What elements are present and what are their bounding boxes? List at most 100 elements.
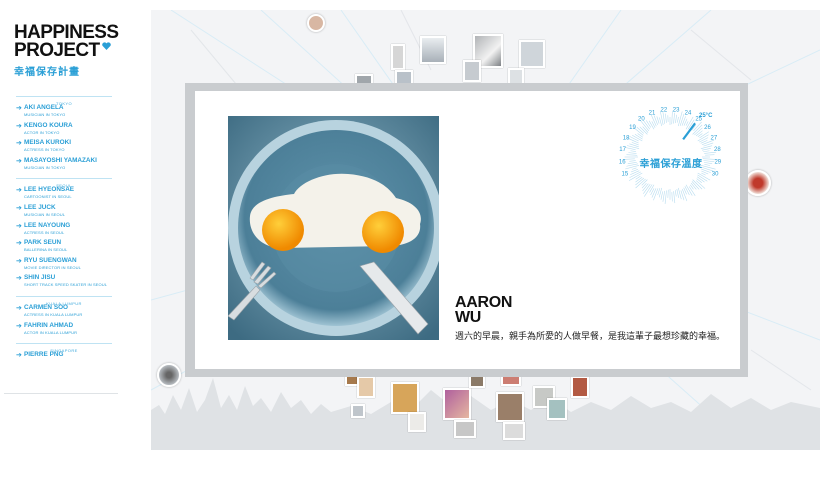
gauge-wave-line bbox=[703, 150, 710, 153]
gauge-wave-line bbox=[648, 120, 655, 130]
heart-icon bbox=[101, 42, 111, 50]
arrow-right-icon: ➔ bbox=[16, 222, 22, 230]
thumbnail[interactable] bbox=[443, 388, 471, 420]
nav-person-item[interactable]: ➔ LEE JUCK MUSICIAN IN SEOUL bbox=[16, 204, 112, 222]
gauge-tick-label: 20 bbox=[638, 116, 645, 122]
person-role-label: ACTRESS IN KUALA LUMPUR bbox=[24, 311, 83, 317]
nav-person-item[interactable]: ➔ MASAYOSHI YAMAZAKI MUSICIAN IN TOKYO bbox=[16, 157, 112, 175]
person-role-label: MUSICIAN IN SEOUL bbox=[24, 211, 66, 217]
person-name-label: PARK SEUN bbox=[24, 239, 62, 247]
person-name-label: MEISA KUROKI bbox=[24, 139, 71, 147]
person-role-label: SHORT TRACK SPEED SKATER IN SEOUL bbox=[24, 282, 108, 288]
thumbnail[interactable] bbox=[519, 40, 545, 68]
thumbnail[interactable] bbox=[503, 422, 525, 440]
person-role-label: ACTOR IN KUALA LUMPUR bbox=[24, 329, 78, 335]
gauge-wave-line bbox=[641, 179, 648, 186]
nav-person-item[interactable]: ➔ KENGO KOURA ACTOR IN TOKYO bbox=[16, 122, 112, 140]
person-name-label: AKI ANGELA bbox=[24, 104, 64, 111]
person-last-name: WU bbox=[455, 309, 482, 326]
nav-person-item[interactable]: ➔ LEE HYEONSAE CARTOONIST IN SEOUL bbox=[16, 186, 112, 204]
arrow-right-icon: ➔ bbox=[16, 187, 22, 195]
breakfast-car-photo bbox=[228, 116, 439, 340]
gauge-tick-label: 26 bbox=[704, 125, 711, 131]
gauge-wave-line bbox=[673, 112, 675, 124]
gauge-wave-line bbox=[630, 150, 637, 152]
avatar-bubble[interactable] bbox=[307, 14, 325, 32]
avatar-bubble[interactable] bbox=[745, 170, 771, 196]
person-role-label: MOVIE DIRECTOR IN SEOUL bbox=[24, 264, 81, 270]
person-name-label: LEE HYEONSAE bbox=[24, 186, 75, 194]
thumbnail[interactable] bbox=[547, 398, 567, 420]
person-name-label: LEE NAYOUNG bbox=[24, 221, 71, 229]
gauge-tick-label: 23 bbox=[673, 107, 680, 113]
gauge-wave-line bbox=[702, 148, 711, 151]
gauge-tick-label: 16 bbox=[619, 159, 626, 165]
gauge-needle bbox=[682, 122, 696, 141]
arrow-right-icon: ➔ bbox=[16, 322, 22, 330]
gauge-wave-line bbox=[664, 190, 667, 204]
arrow-right-icon: ➔ bbox=[16, 275, 22, 283]
gauge-wave-line bbox=[684, 186, 690, 196]
arrow-right-icon: ➔ bbox=[16, 105, 22, 112]
gauge-wave-line bbox=[662, 112, 666, 124]
person-name: AARON WU bbox=[455, 294, 575, 326]
gauge-tick-label: 28 bbox=[714, 147, 721, 153]
arrow-right-icon: ➔ bbox=[16, 204, 22, 212]
gauge-wave-line bbox=[642, 126, 649, 133]
nav-person-item[interactable]: ➔ MEISA KUROKI ACTRESS IN TOKYO bbox=[16, 139, 112, 157]
thumbnail[interactable] bbox=[391, 382, 419, 414]
gauge-wave-line bbox=[649, 184, 655, 193]
person-name-label: PIERRE PNG bbox=[24, 351, 64, 359]
divider-line bbox=[16, 178, 112, 180]
nav-person-item[interactable]: ➔ CARMEN SOO ACTRESS IN KUALA LUMPUR bbox=[16, 304, 112, 322]
thumbnail[interactable] bbox=[454, 420, 476, 438]
person-first-name: AARON bbox=[455, 294, 513, 311]
thumbnail[interactable] bbox=[571, 376, 589, 398]
arrow-right-icon: ➔ bbox=[16, 122, 22, 130]
city-divider: TOKYO bbox=[16, 92, 112, 106]
city-divider: SEOUL bbox=[16, 174, 112, 189]
thumbnail[interactable] bbox=[496, 392, 524, 422]
logo-title-line2-text: PROJECT bbox=[14, 40, 100, 61]
gauge-tick-label: 18 bbox=[623, 135, 630, 141]
nav-person-item[interactable]: ➔ LEE NAYOUNG ACTRESS IN SEOUL bbox=[16, 222, 112, 240]
nav-person-item[interactable]: ➔ SHIN JISU SHORT TRACK SPEED SKATER IN SE… bbox=[16, 274, 112, 292]
gauge-wave-line bbox=[656, 116, 660, 124]
arrow-right-icon: ➔ bbox=[16, 257, 22, 265]
thumbnail[interactable] bbox=[420, 36, 446, 64]
nav-person-item[interactable]: ➔ FAHRIN AHMAD ACTOR IN KUALA LUMPUR bbox=[16, 322, 112, 340]
city-divider: KUALA LUMPUR bbox=[16, 292, 112, 306]
thumbnail[interactable] bbox=[351, 404, 365, 418]
avatar-bubble[interactable] bbox=[157, 363, 181, 387]
nav-person-item[interactable]: ➔ RYU SUENGWAN MOVIE DIRECTOR IN SEOUL bbox=[16, 257, 112, 275]
gauge-wave-line bbox=[660, 191, 663, 200]
thumbnail[interactable] bbox=[463, 60, 481, 82]
gauge-wave-line bbox=[624, 147, 636, 150]
people-nav: TOKYO ➔ AKI ANGELA MUSICIAN IN TOKYO ➔ KENGO … bbox=[16, 92, 112, 369]
sidebar: HAPPINESS PROJECT 幸福保存計畫 TOKYO ➔ AKI ANGEL… bbox=[0, 0, 150, 500]
gauge-wave-line bbox=[701, 172, 706, 176]
logo[interactable]: HAPPINESS PROJECT 幸福保存計畫 bbox=[14, 23, 148, 78]
nav-person-item[interactable]: ➔ AKI ANGELA MUSICIAN IN TOKYO bbox=[16, 104, 112, 122]
gauge-wave-line bbox=[659, 117, 663, 127]
gauge-wave-line bbox=[629, 136, 639, 142]
person-role-label: MUSICIAN IN TOKYO bbox=[24, 112, 66, 117]
gauge-wave-line bbox=[642, 183, 649, 192]
thumbnail[interactable] bbox=[408, 412, 426, 432]
divider-line bbox=[16, 96, 112, 97]
gauge-wave-line bbox=[677, 111, 683, 127]
gauge-wave-line bbox=[697, 176, 705, 183]
nav-person-item[interactable]: ➔ PIERRE PNG bbox=[16, 351, 112, 369]
thumbnail[interactable] bbox=[391, 44, 405, 70]
gauge-wave-line bbox=[675, 114, 677, 124]
gauge-wave-line bbox=[695, 130, 703, 137]
nav-person-item[interactable]: ➔ PARK SEUN BALLERINA IN SEOUL bbox=[16, 239, 112, 257]
person-name-label: RYU SUENGWAN bbox=[24, 256, 77, 264]
gauge-wave-line bbox=[662, 190, 665, 202]
person-role-label: ACTOR IN TOKYO bbox=[24, 129, 60, 135]
gauge-wave-line bbox=[634, 133, 643, 140]
gauge-tick-label: 17 bbox=[619, 147, 626, 153]
gauge-wave-line bbox=[636, 127, 645, 134]
thumbnail[interactable] bbox=[357, 376, 375, 398]
divider-line bbox=[16, 343, 112, 345]
